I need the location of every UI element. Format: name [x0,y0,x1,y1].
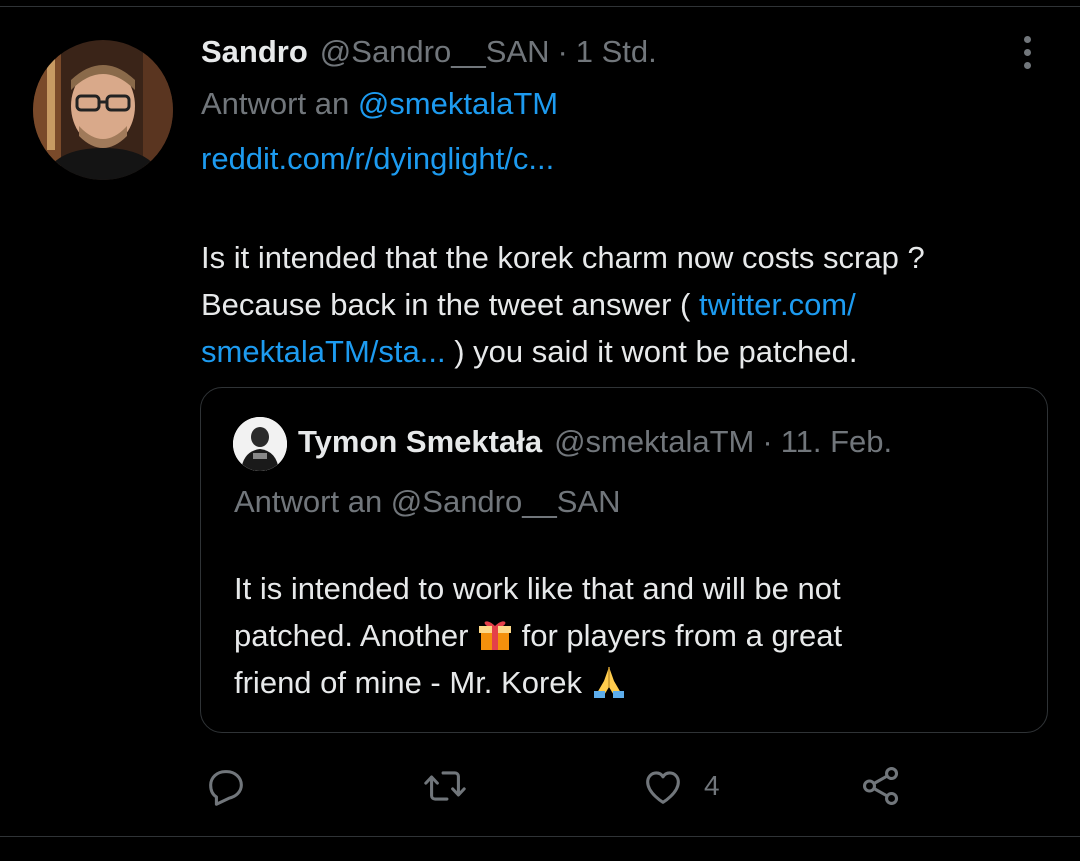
gift-emoji-icon [479,621,512,650]
reply-prefix: Antwort an [201,86,350,121]
share-icon [862,767,899,805]
quoted-author-avatar [233,417,287,471]
like-count: 4 [704,770,720,801]
tweet-text-segment: ) you said it wont be patched. [445,334,858,369]
twitter-link[interactable]: twitter.com/ [699,287,856,322]
quoted-text-line: friend of mine - Mr. Korek [234,659,1024,706]
tweet-time[interactable]: 1 Std. [576,34,657,70]
tweet-header: Sandro @Sandro__SAN · 1 Std. [201,34,657,74]
dot [1023,61,1031,69]
quoted-tweet-text: It is intended to work like that and wil… [234,565,1024,706]
reddit-link[interactable]: reddit.com/r/dyinglight/c... [201,141,554,176]
quoted-tweet-time: 11. Feb. [780,424,893,459]
top-divider [0,6,1080,7]
tweet-text-segment: Because back in the tweet answer ( [201,287,699,322]
tweet-text-line: Is it intended that the korek charm now … [201,240,925,275]
author-avatar[interactable] [33,40,173,180]
quoted-text-segment: friend of mine - Mr. Korek [234,665,591,700]
bottom-divider [0,836,1080,837]
tweet-text: Is it intended that the korek charm now … [201,234,1051,375]
quoted-tweet-header: Tymon Smektała @smektalaTM · 11. Feb. [298,424,892,460]
quoted-text-segment: for players from a great [513,618,843,653]
reply-to-handle-link[interactable]: @smektalaTM [358,86,558,121]
author-handle[interactable]: @Sandro__SAN [320,34,550,70]
separator-dot: · [557,34,568,69]
tweet-action-bar: 4 [0,760,1080,812]
tweet-text-line: Because back in the tweet answer ( twitt… [201,281,1051,328]
reply-to-line: Antwort an @smektalaTM [201,86,558,122]
dot [1023,35,1031,43]
author-name[interactable]: Sandro [201,34,308,70]
tweet-text-line: smektalaTM/sta... ) you said it wont be … [201,328,1051,375]
retweet-button[interactable] [420,760,470,812]
heart-icon [646,771,680,804]
like-button[interactable]: 4 [640,760,720,812]
quoted-text-segment: patched. Another [234,618,478,653]
retweet-icon [424,771,466,801]
reply-button[interactable] [203,760,249,812]
more-options-icon[interactable] [1012,32,1042,72]
quoted-reply-to-line: Antwort an @Sandro__SAN [234,484,621,519]
quoted-text-line: It is intended to work like that and wil… [234,571,841,606]
share-button[interactable] [858,760,904,812]
separator-dot: · [762,424,773,459]
tweet-link-line: reddit.com/r/dyinglight/c... [201,141,554,177]
quoted-author-name: Tymon Smektała [298,424,543,459]
dot [1023,48,1031,56]
quoted-tweet-card[interactable]: Tymon Smektała @smektalaTM · 11. Feb. An… [200,387,1048,733]
quoted-author-handle: @smektalaTM [554,424,755,459]
quoted-text-line: patched. Another for players from a grea… [234,612,1024,659]
reply-icon [209,770,243,806]
twitter-link-continued[interactable]: smektalaTM/sta... [201,334,446,369]
folded-hands-emoji-icon [593,667,624,698]
